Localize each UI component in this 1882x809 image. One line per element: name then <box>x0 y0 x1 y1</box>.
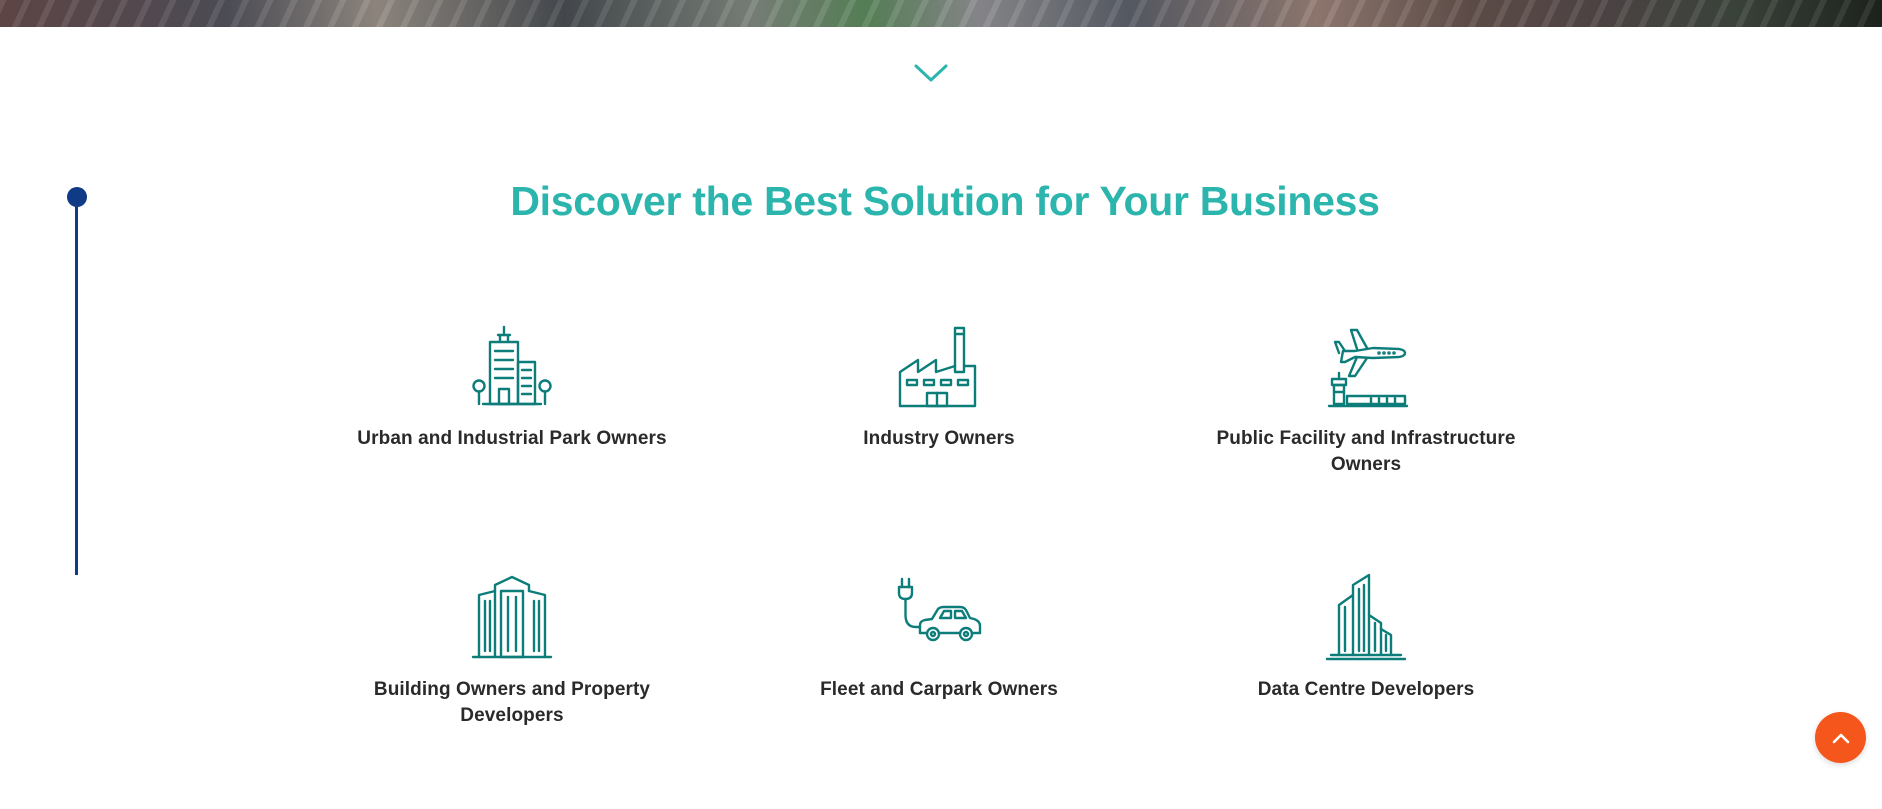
solution-card-label: Industry Owners <box>863 428 1015 449</box>
section-title: Discover the Best Solution for Your Busi… <box>510 178 1380 224</box>
solution-card-fleet-carpark[interactable]: Fleet and Carpark Owners <box>769 571 1109 703</box>
solution-card-data-centre[interactable]: Data Centre Developers <box>1196 571 1536 703</box>
chevron-down-icon <box>914 64 948 82</box>
solution-card-building-owners[interactable]: Building Owners and Property Developers <box>342 571 682 729</box>
solution-card-label: Urban and Industrial Park Owners <box>357 428 667 449</box>
solution-card-public-facility[interactable]: Public Facility and Infrastructure Owner… <box>1196 320 1536 478</box>
chevron-up-icon <box>1832 733 1849 743</box>
solution-card-label: Fleet and Carpark Owners <box>820 679 1058 700</box>
skyscraper-icon <box>471 575 553 659</box>
page: Discover the Best Solution for Your Busi… <box>0 0 1882 809</box>
factory-icon <box>898 326 977 408</box>
data-centre-building-icon <box>1325 573 1407 661</box>
city-buildings-icon <box>472 325 552 406</box>
timeline-line <box>75 197 78 575</box>
hero-image <box>0 0 1882 27</box>
solution-card-label: Building Owners and Property Developers <box>373 679 651 726</box>
back-to-top-button[interactable] <box>1815 712 1866 763</box>
solution-card-urban-industrial-park[interactable]: Urban and Industrial Park Owners <box>342 320 682 452</box>
solution-card-label: Public Facility and Infrastructure Owner… <box>1216 428 1516 475</box>
scroll-down-button[interactable] <box>914 63 948 83</box>
solution-card-industry-owners[interactable]: Industry Owners <box>769 320 1109 452</box>
airport-icon <box>1327 328 1409 408</box>
solution-card-label: Data Centre Developers <box>1257 679 1475 700</box>
electric-car-icon <box>897 577 982 642</box>
